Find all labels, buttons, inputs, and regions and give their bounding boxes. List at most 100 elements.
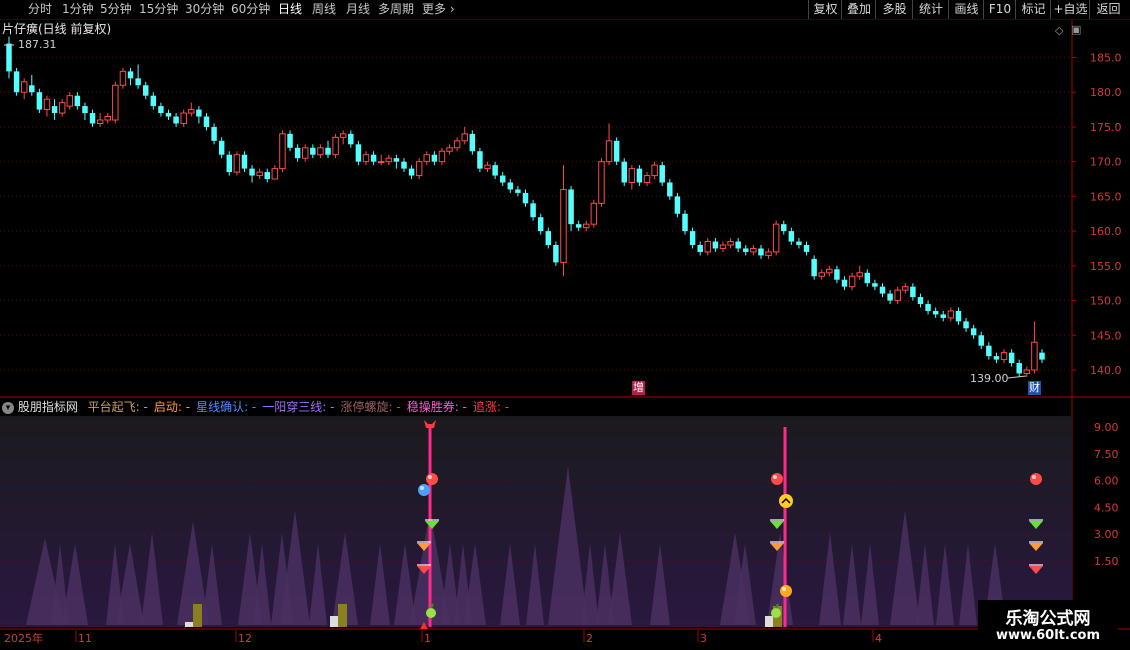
candle-body-26 [203,116,210,127]
period-tab-9[interactable]: 多周期 [378,1,414,17]
candle-body-111 [848,275,856,288]
candle-body-48 [370,154,377,162]
candle-body-16 [127,71,134,79]
candle-body-121 [925,304,931,311]
period-tab-4[interactable]: 30分钟 [185,1,224,17]
toolbar-button-3[interactable]: 统计 [912,0,949,19]
period-tab-8[interactable]: 月线 [346,1,370,17]
candle-body-41 [317,147,324,156]
orange-ball-icon-2 [780,585,792,597]
candle-body-2 [20,81,28,93]
stock-title[interactable]: 片仔癀(日线 前复权) [2,22,111,36]
candle-body-82 [628,168,636,184]
price-tick-4: 165.0 [1090,190,1122,203]
toolbar-button-4[interactable]: 画线 [948,0,984,19]
price-tick-0: 185.0 [1090,52,1122,65]
candle-body-126 [963,321,969,329]
candle-body-76 [583,223,590,229]
candle-body-114 [872,283,878,287]
toolbar-button-6[interactable]: 标记 [1015,0,1051,19]
candle-body-8 [66,95,73,107]
candle-body-90 [689,231,696,245]
brand-name: 乐淘公式网 [1005,609,1091,629]
toolbar-button-1[interactable]: 叠加 [841,0,876,19]
indicator-tick-0: 9.00 [1094,421,1119,434]
candle-body-39 [301,147,309,159]
period-tab-7[interactable]: 周线 [312,1,336,17]
toolbar-button-8[interactable]: 返回 [1089,0,1127,19]
period-tab-2[interactable]: 5分钟 [100,1,132,17]
orange-gem-icon-2-top [770,541,784,543]
candle-body-38 [294,147,301,159]
panel-settings-icon[interactable]: ▣ [1071,23,1081,37]
badge-cai[interactable]: 财 [1028,381,1041,395]
candle-body-117 [894,289,901,302]
candle-body-130 [993,356,1000,360]
indicator-name[interactable]: 股朋指标网 [18,400,78,414]
price-tick-6: 155.0 [1090,260,1122,273]
candle-body-19 [150,95,157,107]
red-ball-icon-2-shine [773,475,777,479]
candle-body-55 [423,154,430,163]
indicator-item-4: 涨停螺旋: - [340,400,401,414]
candle-body-103 [788,231,795,242]
candle-body-51 [393,158,400,162]
green-gem-icon-3-top [1029,519,1043,521]
indicator-collapse-icon[interactable]: ▾ [2,401,14,414]
candle-body-72 [553,245,559,263]
indicator-item-3: 一阳穿三线: - [262,400,335,414]
chart-area[interactable]: 185.0 180.0 175.0 170.0 165.0 160.0 155.0 150.0… [0,20,1130,650]
low-arrow [1007,375,1027,379]
green-gem-icon-1-top [425,519,439,521]
candle-body-13 [104,116,111,121]
orange-gem-icon-1-top [417,541,431,543]
candle-body-21 [165,113,172,117]
candle-body-23 [180,112,187,124]
candle-body-37 [287,133,293,148]
candle-body-113 [864,272,871,284]
candle-body-100 [765,251,772,256]
candle-body-49 [377,161,385,164]
indicator-item-2: 星线确认: - [196,400,257,414]
kline-chart-svg[interactable]: 185.0 180.0 175.0 170.0 165.0 160.0 155.0 150.0… [0,20,1130,650]
candle-body-122 [932,310,939,315]
candle-body-92 [704,241,712,253]
indicator-tick-3: 4.50 [1094,501,1119,514]
toolbar-button-2[interactable]: 多股 [875,0,913,19]
candle-body-66 [507,182,514,190]
price-tick-3: 170.0 [1090,156,1122,169]
toolbar-button-0[interactable]: 复权 [808,0,842,19]
candle-body-75 [575,224,582,228]
toolbar-button-5[interactable]: F10 [983,0,1016,19]
indicator-bar-2 [330,616,338,627]
period-tab-10[interactable]: 更多 › [422,1,455,17]
green-gem-icon-2-top [770,519,784,521]
candle-body-105 [803,245,810,252]
candle-body-5 [43,98,51,111]
candle-body-80 [613,140,620,162]
candle-body-9 [74,95,81,107]
gold-chevron-icon [779,494,793,508]
candle-body-88 [674,196,681,214]
candle-body-17 [135,78,141,86]
candle-body-91 [697,245,703,252]
toolbar-button-7[interactable]: +自选 [1050,0,1090,19]
period-tab-5[interactable]: 60分钟 [231,1,270,17]
period-tab-3[interactable]: 15分钟 [139,1,178,17]
time-label-2: 12 [238,632,252,645]
candle-body-43 [332,136,339,156]
diamond-icon[interactable]: ◇ [1055,24,1063,38]
period-tab-1[interactable]: 1分钟 [62,1,94,17]
candle-body-83 [636,168,643,183]
candle-body-85 [651,164,658,177]
indicator-tick-1: 7.50 [1094,448,1119,461]
candle-body-10 [82,106,88,114]
candle-body-98 [750,247,757,253]
badge-zeng[interactable]: 增 [632,381,645,395]
period-tab-6[interactable]: 日线 [278,1,302,17]
candle-body-58 [446,147,453,152]
candle-body-15 [119,70,127,86]
time-label-6: 4 [875,632,882,645]
red-ball-icon-2 [771,473,783,485]
period-tab-0[interactable]: 分时 [28,1,52,17]
